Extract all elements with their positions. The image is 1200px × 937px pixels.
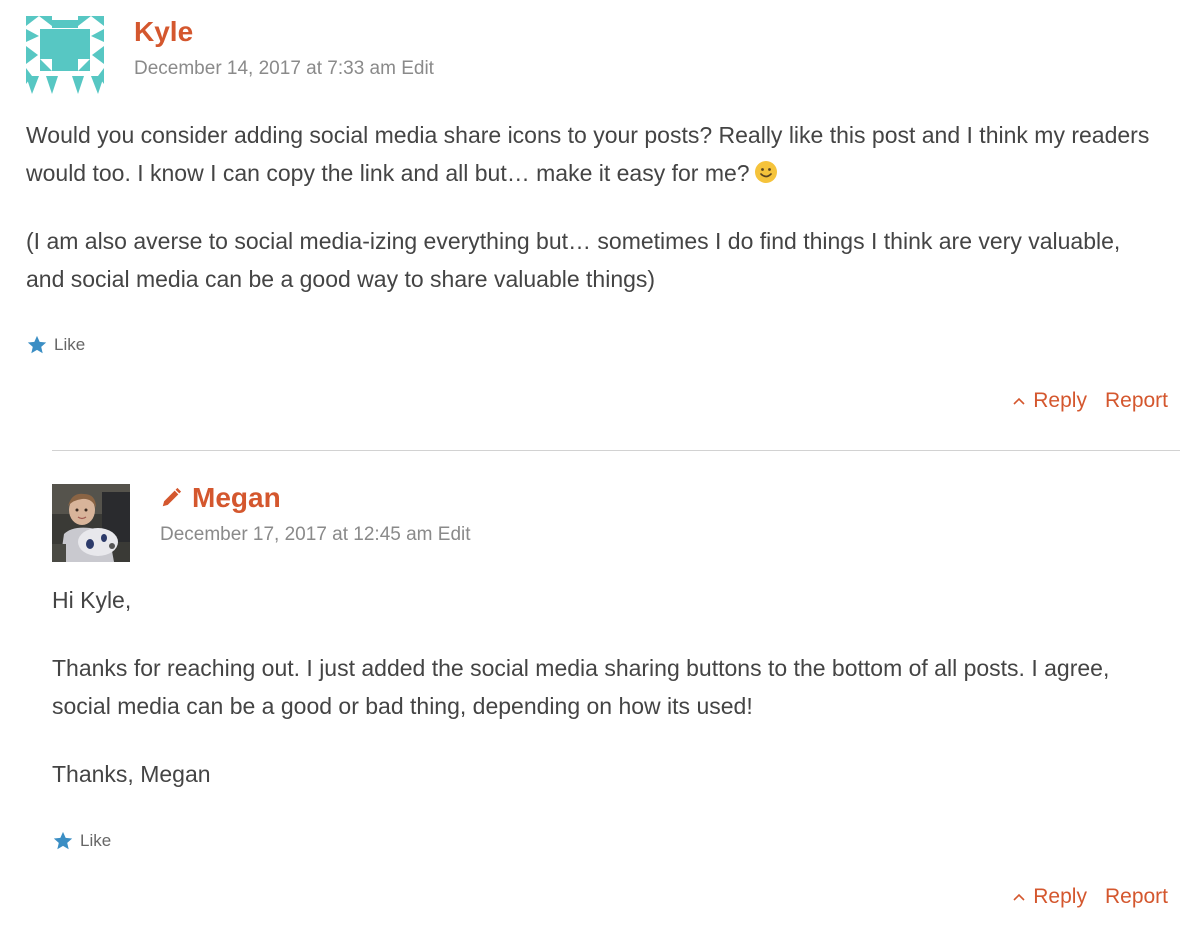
edit-link[interactable]: Edit [438,524,471,545]
like-button[interactable]: Like [26,334,85,356]
star-icon [53,831,73,850]
like-label: Like [54,335,86,354]
report-link[interactable]: Report [1105,389,1168,413]
comment-paragraph: Thanks for reaching out. I just added th… [52,655,1110,719]
chevron-up-icon [1013,893,1025,901]
comment-meta: December 14, 2017 at 7:33 am Edit [134,58,434,80]
comment-paragraph: (I am also averse to social media-izing … [26,228,1121,292]
comment-paragraph: Would you consider adding social media s… [26,116,1156,192]
photo-avatar[interactable] [52,484,130,562]
comment-author[interactable]: Kyle [134,16,193,48]
comment-paragraph: Hi Kyle, [52,587,132,613]
comment-paragraph: Thanks, Megan [52,761,211,787]
report-link[interactable]: Report [1105,885,1168,909]
like-label: Like [80,831,112,850]
comment-date[interactable]: December 17, 2017 at 12:45 am [160,524,433,545]
identicon-avatar[interactable] [26,16,104,94]
comment-date[interactable]: December 14, 2017 at 7:33 am [134,58,396,79]
comment-text: Would you consider adding social media s… [26,122,1150,186]
chevron-up-icon [1013,397,1025,405]
comment-meta: December 17, 2017 at 12:45 am Edit [160,524,471,546]
comment-body: Hi Kyle, Thanks for reaching out. I just… [52,581,1157,823]
reply-label: Reply [1033,389,1087,412]
pencil-icon [162,487,182,507]
author-name[interactable]: Megan [192,482,281,514]
comment-author[interactable]: Megan [160,482,281,514]
reply-label: Reply [1033,885,1087,908]
reply-link[interactable]: Reply [1013,885,1087,909]
edit-link[interactable]: Edit [401,58,434,79]
like-button[interactable]: Like [52,830,111,852]
comment-body: Would you consider adding social media s… [26,116,1156,328]
reply-divider [52,450,1180,451]
comment-actions: Reply Report [1013,389,1168,413]
reply-link[interactable]: Reply [1013,389,1087,413]
smiley-icon [754,161,777,183]
author-name[interactable]: Kyle [134,16,193,48]
star-icon [27,335,47,354]
comment-actions: Reply Report [1013,885,1168,909]
